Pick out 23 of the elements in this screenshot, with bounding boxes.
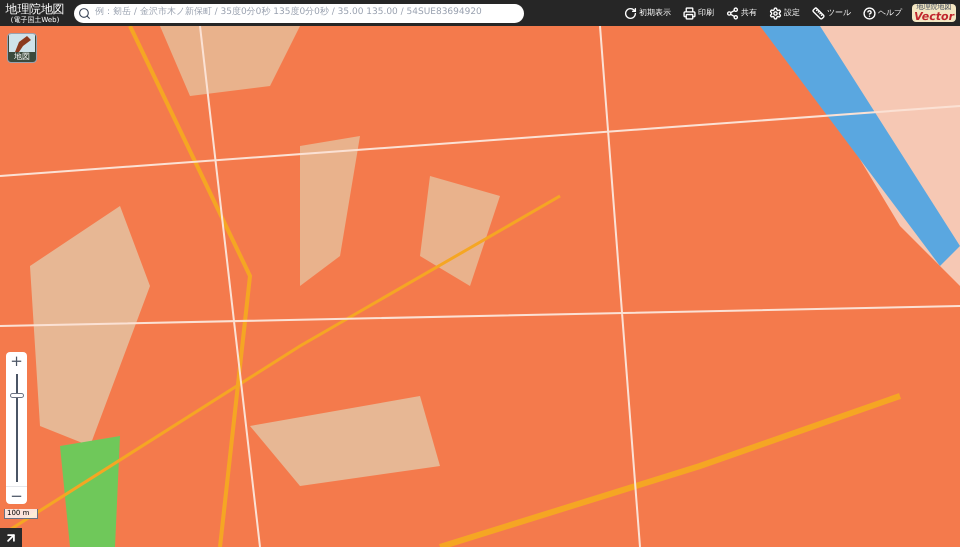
map-thumbnail-icon (9, 34, 35, 52)
printer-icon (683, 6, 696, 20)
layer-button[interactable]: 地図 (7, 33, 37, 63)
app-title: 地理院地図 (6, 2, 64, 16)
toolbar-button[interactable]: 初期表示 (622, 6, 674, 20)
toolbar-button[interactable]: 印刷 (681, 6, 716, 20)
search-icon (78, 6, 91, 20)
toolbar-button[interactable]: ツール (810, 6, 854, 20)
expand-button[interactable] (0, 528, 22, 547)
slider-thumb[interactable] (10, 393, 24, 398)
help-icon (863, 6, 876, 20)
zoom-in-button[interactable]: + (6, 352, 27, 370)
share-icon (726, 6, 740, 20)
badge-label: Vector (914, 11, 954, 22)
search-field[interactable]: 例：剱岳 / 金沢市木ノ新保町 / 35度0分0秒 135度0分0秒 / 35.00 135.00 / 54SUE83694920 (74, 4, 524, 22)
settings-icon (769, 6, 782, 20)
toolbar-button[interactable]: 共有 (724, 6, 760, 20)
ruler-icon (812, 6, 826, 20)
zoom-slider[interactable] (8, 374, 24, 482)
toolbar-button[interactable]: 設定 (767, 6, 802, 20)
zoom-out-button[interactable]: − (6, 486, 27, 504)
toolbar-button[interactable]: ヘルプ (861, 6, 904, 20)
reload-icon (624, 6, 638, 20)
